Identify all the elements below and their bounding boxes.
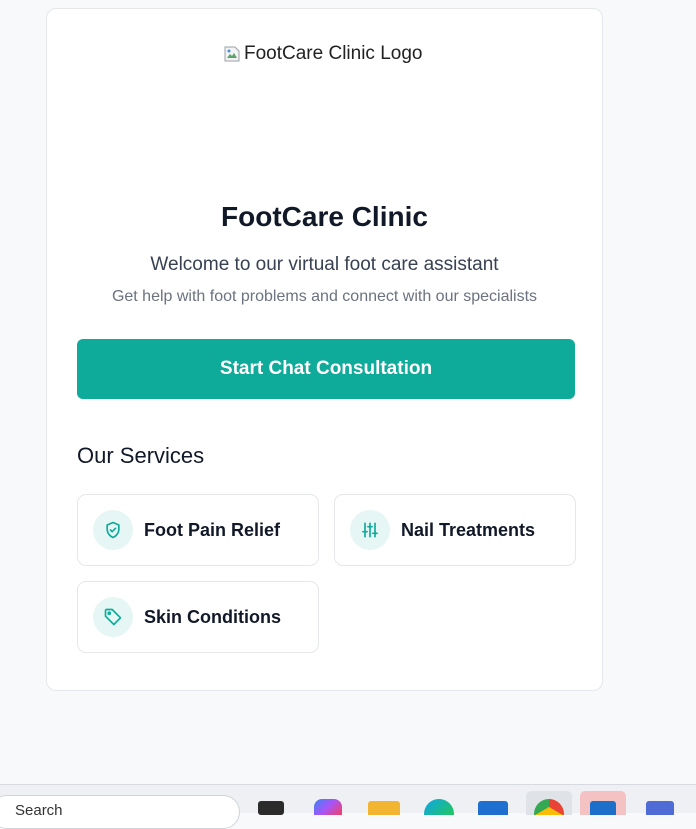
os-taskbar: Search: [0, 784, 696, 829]
sliders-icon: [350, 510, 390, 550]
service-label: Skin Conditions: [144, 606, 281, 627]
broken-image-icon: [224, 46, 240, 62]
welcome-card: FootCare Clinic Logo FootCare Clinic Wel…: [46, 8, 603, 691]
service-skin-conditions[interactable]: Skin Conditions: [77, 581, 319, 653]
tag-icon: [93, 597, 133, 637]
vscode-icon[interactable]: [580, 791, 626, 815]
clinic-title: FootCare Clinic: [221, 201, 428, 232]
services-heading: Our Services: [77, 443, 205, 468]
taskbar-search-input[interactable]: Search: [0, 795, 240, 829]
chrome-icon[interactable]: [526, 791, 572, 815]
service-label: Nail Treatments: [401, 519, 536, 540]
clinic-logo: FootCare Clinic Logo: [224, 39, 422, 69]
start-chat-button[interactable]: Start Chat Consultation: [77, 339, 575, 399]
welcome-text: Welcome to our virtual foot care assista…: [150, 254, 499, 275]
service-nail-treatments[interactable]: Nail Treatments: [334, 494, 576, 566]
logo-alt-text: FootCare Clinic Logo: [244, 43, 423, 64]
tagline-text: Get help with foot problems and connect …: [111, 288, 538, 305]
shield-check-icon: [93, 510, 133, 550]
service-label: Foot Pain Relief: [144, 519, 281, 540]
service-foot-pain-relief[interactable]: Foot Pain Relief: [77, 494, 319, 566]
